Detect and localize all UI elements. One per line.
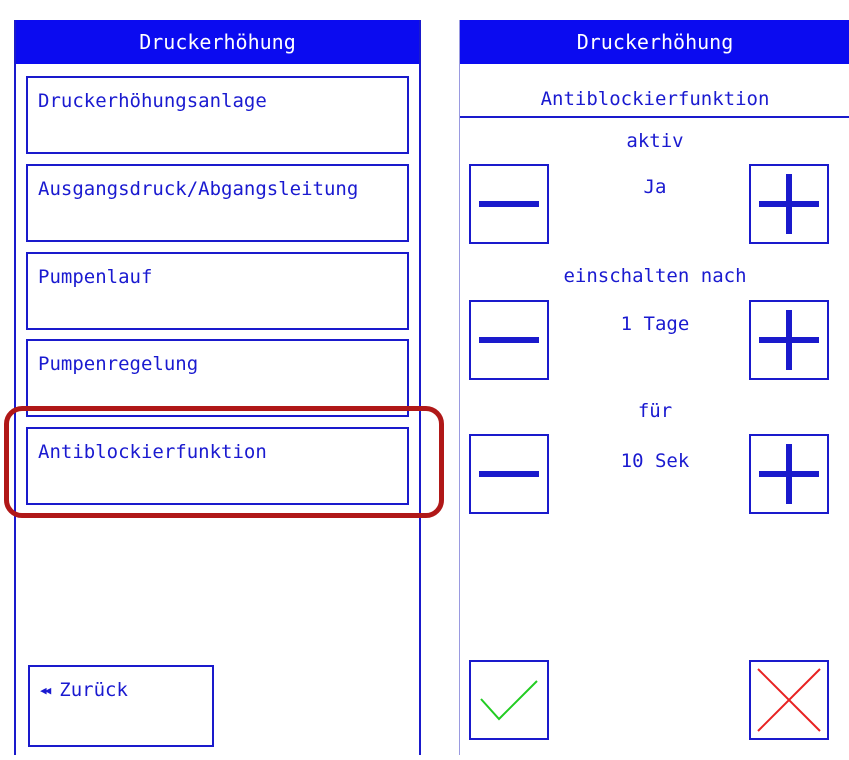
plus-icon [759, 174, 819, 234]
back-button[interactable]: ◀◀ Zurück [28, 665, 214, 747]
increase-button-aktiv[interactable] [749, 164, 829, 244]
cross-icon [757, 668, 821, 732]
menu-item-label: Ausgangsdruck/Abgangsleitung [38, 178, 359, 200]
back-label: Zurück [59, 679, 128, 701]
detail-panel: Druckerhöhung Antiblockierfunktion aktiv… [459, 20, 849, 755]
rewind-icon: ◀◀ [40, 684, 51, 697]
param-label-aktiv: aktiv [626, 130, 684, 152]
plus-icon [759, 310, 819, 370]
param-label-fuer: für [637, 400, 673, 422]
menu-item-label: Pumpenregelung [38, 353, 199, 375]
menu-item-pumpenregelung[interactable]: Pumpenregelung [26, 339, 409, 417]
minus-icon [479, 201, 539, 207]
increase-button-fuer[interactable] [749, 434, 829, 514]
param-label-einschalten: einschalten nach [563, 265, 747, 287]
decrease-button-einschalten[interactable] [469, 300, 549, 380]
right-title-bar: Druckerhöhung [460, 20, 849, 64]
left-menu-panel: Druckerhöhung Druckerhöhungsanlage Ausga… [14, 20, 421, 755]
cancel-button[interactable] [749, 660, 829, 740]
subtitle: Antiblockierfunktion [540, 88, 770, 110]
plus-icon [759, 444, 819, 504]
menu-item-antiblockierfunktion[interactable]: Antiblockierfunktion [26, 427, 409, 505]
subtitle-divider [460, 116, 849, 118]
increase-button-einschalten[interactable] [749, 300, 829, 380]
left-title-bar: Druckerhöhung [16, 20, 419, 64]
decrease-button-fuer[interactable] [469, 434, 549, 514]
menu-item-label: Antiblockierfunktion [38, 441, 267, 463]
minus-icon [479, 337, 539, 343]
menu-item-ausgangsdruck[interactable]: Ausgangsdruck/Abgangsleitung [26, 164, 409, 242]
menu-item-label: Pumpenlauf [38, 266, 153, 288]
right-title: Druckerhöhung [576, 30, 734, 54]
menu-item-druckerhoehungsanlage[interactable]: Druckerhöhungsanlage [26, 76, 409, 154]
check-icon [480, 680, 538, 721]
left-title: Druckerhöhung [139, 30, 296, 54]
menu-item-label: Druckerhöhungsanlage [38, 90, 267, 112]
confirm-button[interactable] [469, 660, 549, 740]
menu-item-pumpenlauf[interactable]: Pumpenlauf [26, 252, 409, 330]
